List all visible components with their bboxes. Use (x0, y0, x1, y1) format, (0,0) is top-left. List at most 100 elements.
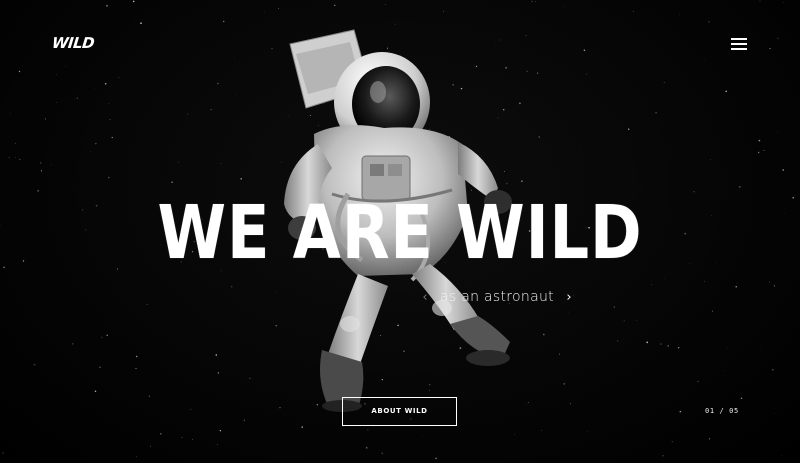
star (779, 82, 780, 83)
star (210, 108, 212, 111)
menu-line-bottom (731, 48, 747, 50)
star (108, 176, 110, 179)
star (50, 164, 52, 166)
star (15, 157, 16, 158)
hero-subtitle: as an astronaut (440, 289, 554, 305)
star (740, 397, 743, 400)
star (443, 10, 445, 12)
star (220, 162, 222, 164)
star (758, 151, 760, 154)
next-arrow-icon[interactable]: › (564, 290, 574, 305)
about-wild-button[interactable]: ABOUT WILD (342, 397, 457, 426)
star (61, 407, 62, 409)
star (56, 102, 58, 104)
star (135, 455, 137, 457)
star (782, 2, 784, 3)
star (725, 90, 728, 93)
star (44, 118, 46, 120)
star (704, 281, 705, 282)
star (40, 170, 42, 172)
star (735, 285, 737, 288)
star (768, 281, 770, 283)
star (769, 47, 771, 50)
star (586, 73, 587, 75)
star (739, 186, 741, 188)
star (140, 22, 142, 25)
star (192, 438, 193, 440)
star (623, 320, 625, 322)
star (146, 304, 148, 305)
star (37, 190, 39, 192)
star (709, 438, 710, 440)
star (101, 336, 103, 339)
star (134, 17, 136, 18)
star (343, 425, 344, 427)
star (89, 151, 91, 153)
star (541, 429, 542, 431)
star (663, 82, 665, 84)
star (231, 286, 233, 288)
star (150, 445, 152, 447)
star (559, 353, 561, 355)
star (759, 0, 761, 2)
star (18, 70, 21, 73)
star (215, 354, 218, 356)
star (514, 434, 516, 436)
star (660, 343, 662, 345)
star (8, 156, 10, 159)
star (2, 452, 4, 454)
star (632, 62, 633, 64)
star (759, 349, 761, 351)
star (792, 196, 795, 199)
slide-current: 01 (705, 407, 715, 415)
star (65, 66, 66, 67)
star (222, 20, 225, 23)
star (99, 366, 101, 369)
star (181, 437, 183, 438)
star (10, 113, 12, 114)
hero-title: WE ARE WILD (157, 190, 643, 276)
star (534, 0, 536, 2)
star (671, 441, 673, 443)
star (365, 446, 368, 449)
star (148, 395, 150, 397)
star (33, 363, 36, 366)
star (106, 334, 108, 336)
wild-logo[interactable]: WILD (51, 34, 95, 52)
slide-counter: 01 / 05 (705, 407, 739, 415)
star (22, 260, 25, 262)
star (187, 113, 189, 115)
star (679, 410, 682, 413)
star (724, 370, 726, 372)
star (171, 181, 173, 183)
star (636, 320, 638, 321)
star (111, 136, 113, 139)
star (777, 131, 779, 133)
star (197, 349, 198, 350)
star (662, 455, 664, 457)
star (106, 5, 108, 7)
star (217, 372, 220, 374)
star (72, 343, 74, 345)
prev-arrow-icon[interactable]: ‹ (420, 290, 430, 305)
hamburger-menu-icon[interactable] (731, 38, 747, 50)
star (216, 444, 219, 446)
star (646, 341, 649, 344)
star (160, 433, 162, 435)
star (616, 340, 619, 342)
star (773, 285, 775, 287)
star (422, 436, 423, 437)
slide-separator: / (719, 407, 725, 415)
slide-caption: ‹ as an astronaut › (420, 287, 574, 307)
star (234, 56, 235, 58)
star (3, 266, 5, 269)
star (777, 37, 779, 40)
star (570, 403, 572, 405)
star (531, 0, 533, 2)
star (771, 368, 774, 371)
star (95, 143, 97, 145)
star (655, 111, 657, 114)
star (651, 283, 653, 285)
star (14, 142, 17, 145)
star (40, 162, 42, 164)
